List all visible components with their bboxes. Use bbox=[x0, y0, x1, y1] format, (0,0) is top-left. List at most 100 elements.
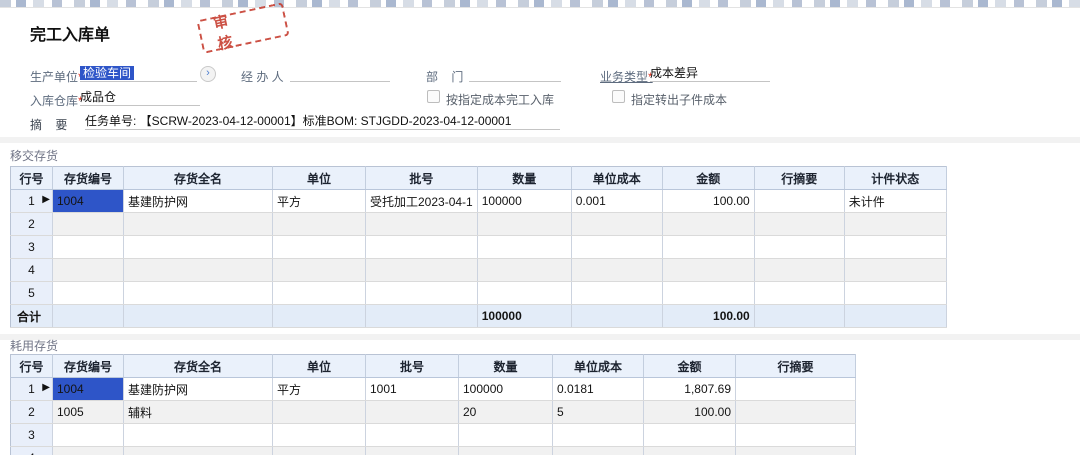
cell-cost[interactable]: 0.0181 bbox=[553, 378, 644, 401]
reference-lookup-icon[interactable]: › bbox=[200, 66, 216, 82]
cell-rsum[interactable] bbox=[754, 259, 844, 282]
cell-name[interactable] bbox=[124, 447, 273, 455]
cell-code[interactable] bbox=[53, 447, 124, 455]
active-row-indicator: ▶ bbox=[42, 194, 50, 205]
cell-code[interactable] bbox=[53, 259, 124, 282]
cell-name[interactable]: 基建防护网 bbox=[124, 190, 273, 213]
production-unit-field[interactable]: 检验车间 bbox=[80, 64, 197, 82]
cell-amount[interactable] bbox=[644, 424, 736, 447]
row-number-cell[interactable]: 2 bbox=[11, 401, 53, 424]
cell-pstatus[interactable] bbox=[844, 213, 946, 236]
cell-rsum[interactable] bbox=[754, 190, 844, 213]
cell-rsum[interactable] bbox=[736, 378, 856, 401]
cell-amount[interactable]: 1,807.69 bbox=[644, 378, 736, 401]
subpart-cost-checkbox[interactable] bbox=[612, 90, 625, 103]
cell-cost[interactable]: 0.001 bbox=[571, 190, 662, 213]
cell-name[interactable] bbox=[124, 424, 273, 447]
cell-amount[interactable]: 100.00 bbox=[644, 401, 736, 424]
cell-unit[interactable] bbox=[273, 447, 366, 455]
cell-name[interactable] bbox=[124, 236, 273, 259]
cell-qty[interactable] bbox=[459, 424, 553, 447]
cell-pstatus[interactable] bbox=[844, 236, 946, 259]
cell-pstatus[interactable] bbox=[844, 282, 946, 305]
cell-batch[interactable]: 受托加工2023-04-1 bbox=[366, 190, 478, 213]
cell-qty[interactable] bbox=[459, 447, 553, 455]
cell-cost[interactable] bbox=[571, 236, 662, 259]
cell-amount[interactable]: 100.00 bbox=[662, 190, 754, 213]
assigned-cost-checkbox[interactable] bbox=[427, 90, 440, 103]
cell-batch[interactable] bbox=[366, 213, 478, 236]
cell-qty[interactable] bbox=[477, 259, 571, 282]
cell-unit[interactable]: 平方 bbox=[273, 190, 366, 213]
cell-name[interactable]: 基建防护网 bbox=[124, 378, 273, 401]
cell-unit[interactable] bbox=[273, 236, 366, 259]
selected-cell[interactable]: 1004 bbox=[53, 378, 124, 401]
row-number-cell[interactable]: 2 bbox=[11, 213, 53, 236]
cell-qty[interactable] bbox=[477, 236, 571, 259]
cell-qty[interactable]: 100000 bbox=[477, 190, 571, 213]
cell-amount[interactable] bbox=[662, 282, 754, 305]
cell-unit[interactable] bbox=[273, 213, 366, 236]
cell-amount[interactable] bbox=[662, 259, 754, 282]
warehouse-field[interactable]: 成品仓 bbox=[80, 88, 200, 106]
row-number-cell[interactable]: 3 bbox=[11, 424, 53, 447]
cell-rsum[interactable] bbox=[754, 213, 844, 236]
cell-code[interactable] bbox=[53, 424, 124, 447]
cell-qty[interactable] bbox=[477, 282, 571, 305]
cell-name[interactable] bbox=[124, 282, 273, 305]
consume-table: 行号存货编号存货全名单位批号数量单位成本金额行摘要1▶1004基建防护网平方10… bbox=[10, 354, 856, 455]
cell-qty[interactable]: 20 bbox=[459, 401, 553, 424]
cell-code[interactable] bbox=[53, 213, 124, 236]
cell-rsum[interactable] bbox=[736, 447, 856, 455]
cell-batch[interactable] bbox=[366, 424, 459, 447]
cell-qty[interactable] bbox=[477, 213, 571, 236]
cell-cost[interactable] bbox=[553, 424, 644, 447]
cell-batch[interactable] bbox=[366, 259, 478, 282]
cell-qty[interactable]: 100000 bbox=[459, 378, 553, 401]
summary-field[interactable]: 任务单号: 【SCRW-2023-04-12-00001】标准BOM: STJG… bbox=[85, 112, 560, 130]
business-type-label[interactable]: 业务类型* bbox=[600, 68, 653, 85]
cell-code[interactable] bbox=[53, 236, 124, 259]
cell-batch[interactable] bbox=[366, 447, 459, 455]
cell-name[interactable] bbox=[124, 213, 273, 236]
row-number-cell[interactable]: 1▶ bbox=[11, 190, 53, 213]
cell-unit[interactable]: 平方 bbox=[273, 378, 366, 401]
cell-amount[interactable] bbox=[662, 213, 754, 236]
cell-code[interactable]: 1005 bbox=[53, 401, 124, 424]
cell-name[interactable] bbox=[124, 259, 273, 282]
summary-label: 摘 要 bbox=[30, 116, 67, 133]
cell-rsum[interactable] bbox=[736, 424, 856, 447]
cell-batch[interactable] bbox=[366, 282, 478, 305]
cell-unit[interactable] bbox=[273, 401, 366, 424]
cell-cost[interactable] bbox=[571, 282, 662, 305]
row-number-cell[interactable]: 4 bbox=[11, 447, 53, 455]
handler-field[interactable] bbox=[290, 64, 390, 82]
cell-batch[interactable] bbox=[366, 236, 478, 259]
cell-batch[interactable]: 1001 bbox=[366, 378, 459, 401]
department-field[interactable] bbox=[469, 64, 561, 82]
cell-pstatus[interactable]: 未计件 bbox=[844, 190, 946, 213]
row-number-cell[interactable]: 5 bbox=[11, 282, 53, 305]
cell-rsum[interactable] bbox=[754, 236, 844, 259]
cell-amount[interactable] bbox=[644, 447, 736, 455]
cell-batch[interactable] bbox=[366, 401, 459, 424]
row-number-cell[interactable]: 4 bbox=[11, 259, 53, 282]
cell-cost[interactable] bbox=[553, 447, 644, 455]
cell-amount[interactable] bbox=[662, 236, 754, 259]
cell-code[interactable] bbox=[53, 282, 124, 305]
business-type-field[interactable]: 成本差异 bbox=[650, 64, 770, 82]
row-number-cell[interactable]: 3 bbox=[11, 236, 53, 259]
cell-pstatus[interactable] bbox=[844, 259, 946, 282]
cell-cost[interactable] bbox=[571, 213, 662, 236]
selected-cell[interactable]: 1004 bbox=[53, 190, 124, 213]
assigned-cost-checkbox-label: 按指定成本完工入库 bbox=[446, 91, 554, 108]
cell-cost[interactable] bbox=[571, 259, 662, 282]
cell-rsum[interactable] bbox=[736, 401, 856, 424]
cell-cost[interactable]: 5 bbox=[553, 401, 644, 424]
cell-rsum[interactable] bbox=[754, 282, 844, 305]
row-number-cell[interactable]: 1▶ bbox=[11, 378, 53, 401]
cell-unit[interactable] bbox=[273, 259, 366, 282]
cell-unit[interactable] bbox=[273, 424, 366, 447]
cell-unit[interactable] bbox=[273, 282, 366, 305]
cell-name[interactable]: 辅料 bbox=[124, 401, 273, 424]
